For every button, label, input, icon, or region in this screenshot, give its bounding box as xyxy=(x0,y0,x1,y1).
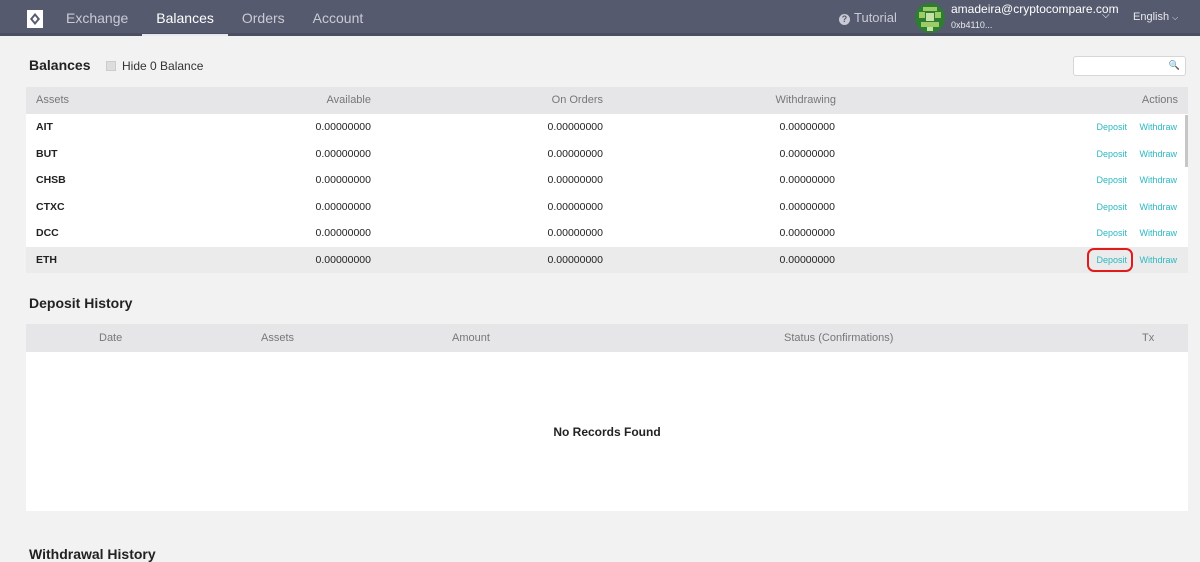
empty-state: No Records Found xyxy=(553,425,661,439)
col-assets: Assets xyxy=(36,94,70,106)
withdraw-link[interactable]: Withdraw xyxy=(1139,194,1177,220)
table-row: DCC 0.00000000 0.00000000 0.00000000 Dep… xyxy=(26,220,1188,247)
chevron-down-icon[interactable]: ⌵ xyxy=(1102,10,1110,21)
col-amount: Amount xyxy=(452,332,490,344)
on-orders-cell: 0.00000000 xyxy=(547,200,603,213)
user-address: 0xb4110... xyxy=(951,20,993,30)
withdraw-link[interactable]: Withdraw xyxy=(1139,141,1177,167)
nav-exchange[interactable]: Exchange xyxy=(52,0,142,36)
deposit-link[interactable]: Deposit xyxy=(1096,247,1127,273)
table-row: BUT 0.00000000 0.00000000 0.00000000 Dep… xyxy=(26,140,1188,167)
deposit-history-title: Deposit History xyxy=(29,295,133,311)
balances-title: Balances xyxy=(29,57,91,73)
deposit-link[interactable]: Deposit xyxy=(1096,141,1127,167)
hide-zero-checkbox[interactable] xyxy=(106,61,116,71)
col-tx: Tx xyxy=(1142,332,1155,344)
tutorial-link[interactable]: ? Tutorial xyxy=(839,0,897,36)
col-withdrawing: Withdrawing xyxy=(775,94,836,106)
on-orders-cell: 0.00000000 xyxy=(547,147,603,160)
table-scrollbar[interactable] xyxy=(1185,115,1188,167)
asset-cell: CHSB xyxy=(36,174,66,186)
asset-cell: DCC xyxy=(36,227,59,239)
deposit-link[interactable]: Deposit xyxy=(1096,114,1127,140)
nav-orders[interactable]: Orders xyxy=(228,0,299,36)
withdrawal-history-title: Withdrawal History xyxy=(29,546,156,562)
avatar[interactable] xyxy=(915,3,945,33)
asset-cell: ETH xyxy=(36,253,57,266)
col-available: Available xyxy=(326,94,371,106)
deposit-link[interactable]: Deposit xyxy=(1096,220,1127,246)
on-orders-cell: 0.00000000 xyxy=(547,227,603,239)
withdrawing-cell: 0.00000000 xyxy=(779,121,835,133)
language-selector[interactable]: English ⌵ xyxy=(1133,0,1178,35)
col-on-orders: On Orders xyxy=(551,94,603,106)
available-cell: 0.00000000 xyxy=(315,253,371,266)
withdrawing-cell: 0.00000000 xyxy=(779,200,835,213)
withdrawing-cell: 0.00000000 xyxy=(779,253,835,266)
col-actions: Actions xyxy=(1141,94,1178,106)
asset-cell: CTXC xyxy=(36,200,65,213)
user-menu[interactable]: amadeira@cryptocompare.com 0xb4110... xyxy=(951,3,1119,31)
table-row: CHSB 0.00000000 0.00000000 0.00000000 De… xyxy=(26,167,1188,194)
balances-table: Assets Available On Orders Withdrawing A… xyxy=(26,87,1188,273)
table-row: AIT 0.00000000 0.00000000 0.00000000 Dep… xyxy=(26,114,1188,141)
search-input[interactable]: 🔍 xyxy=(1073,56,1186,76)
avatar-pattern-icon xyxy=(915,3,945,33)
hide-zero-label: Hide 0 Balance xyxy=(122,59,204,73)
withdraw-link[interactable]: Withdraw xyxy=(1139,247,1177,273)
on-orders-cell: 0.00000000 xyxy=(547,253,603,266)
col-date: Date xyxy=(99,332,123,344)
nav-account[interactable]: Account xyxy=(299,0,378,36)
withdrawing-cell: 0.00000000 xyxy=(779,227,835,239)
hide-zero-balance-toggle[interactable]: Hide 0 Balance xyxy=(106,59,203,73)
withdraw-link[interactable]: Withdraw xyxy=(1139,220,1177,246)
on-orders-cell: 0.00000000 xyxy=(547,174,603,186)
withdraw-link[interactable]: Withdraw xyxy=(1139,167,1177,193)
withdraw-link[interactable]: Withdraw xyxy=(1139,114,1177,140)
search-icon: 🔍 xyxy=(1168,60,1180,70)
deposit-history-table: Date Assets Amount Status (Confirmations… xyxy=(26,324,1188,511)
table-row: CTXC 0.00000000 0.00000000 0.00000000 De… xyxy=(26,193,1188,220)
withdrawing-cell: 0.00000000 xyxy=(779,174,835,186)
table-row: ETH 0.00000000 0.00000000 0.00000000 Dep… xyxy=(26,246,1188,273)
top-navbar: Exchange Balances Orders Account ? Tutori… xyxy=(0,0,1200,36)
deposit-link[interactable]: Deposit xyxy=(1096,194,1127,220)
col-assets: Assets xyxy=(261,332,295,344)
main-nav: Exchange Balances Orders Account xyxy=(52,0,377,36)
available-cell: 0.00000000 xyxy=(315,121,371,133)
withdrawing-cell: 0.00000000 xyxy=(779,147,835,160)
question-icon: ? xyxy=(839,14,850,25)
asset-cell: BUT xyxy=(36,147,58,160)
deposit-link[interactable]: Deposit xyxy=(1096,167,1127,193)
chevron-down-icon: ⌵ xyxy=(1172,13,1179,22)
col-status: Status (Confirmations) xyxy=(784,332,894,344)
table-header: Date Assets Amount Status (Confirmations… xyxy=(26,324,1188,352)
available-cell: 0.00000000 xyxy=(315,227,371,239)
available-cell: 0.00000000 xyxy=(315,174,371,186)
on-orders-cell: 0.00000000 xyxy=(547,121,603,133)
nav-balances[interactable]: Balances xyxy=(142,0,228,36)
available-cell: 0.00000000 xyxy=(315,200,371,213)
asset-cell: AIT xyxy=(36,121,53,133)
user-email: amadeira@cryptocompare.com xyxy=(951,2,1119,16)
available-cell: 0.00000000 xyxy=(315,147,371,160)
table-header: Assets Available On Orders Withdrawing A… xyxy=(26,87,1188,114)
logo-icon[interactable] xyxy=(24,8,46,30)
language-label: English xyxy=(1133,11,1170,23)
tutorial-label: Tutorial xyxy=(854,10,897,25)
